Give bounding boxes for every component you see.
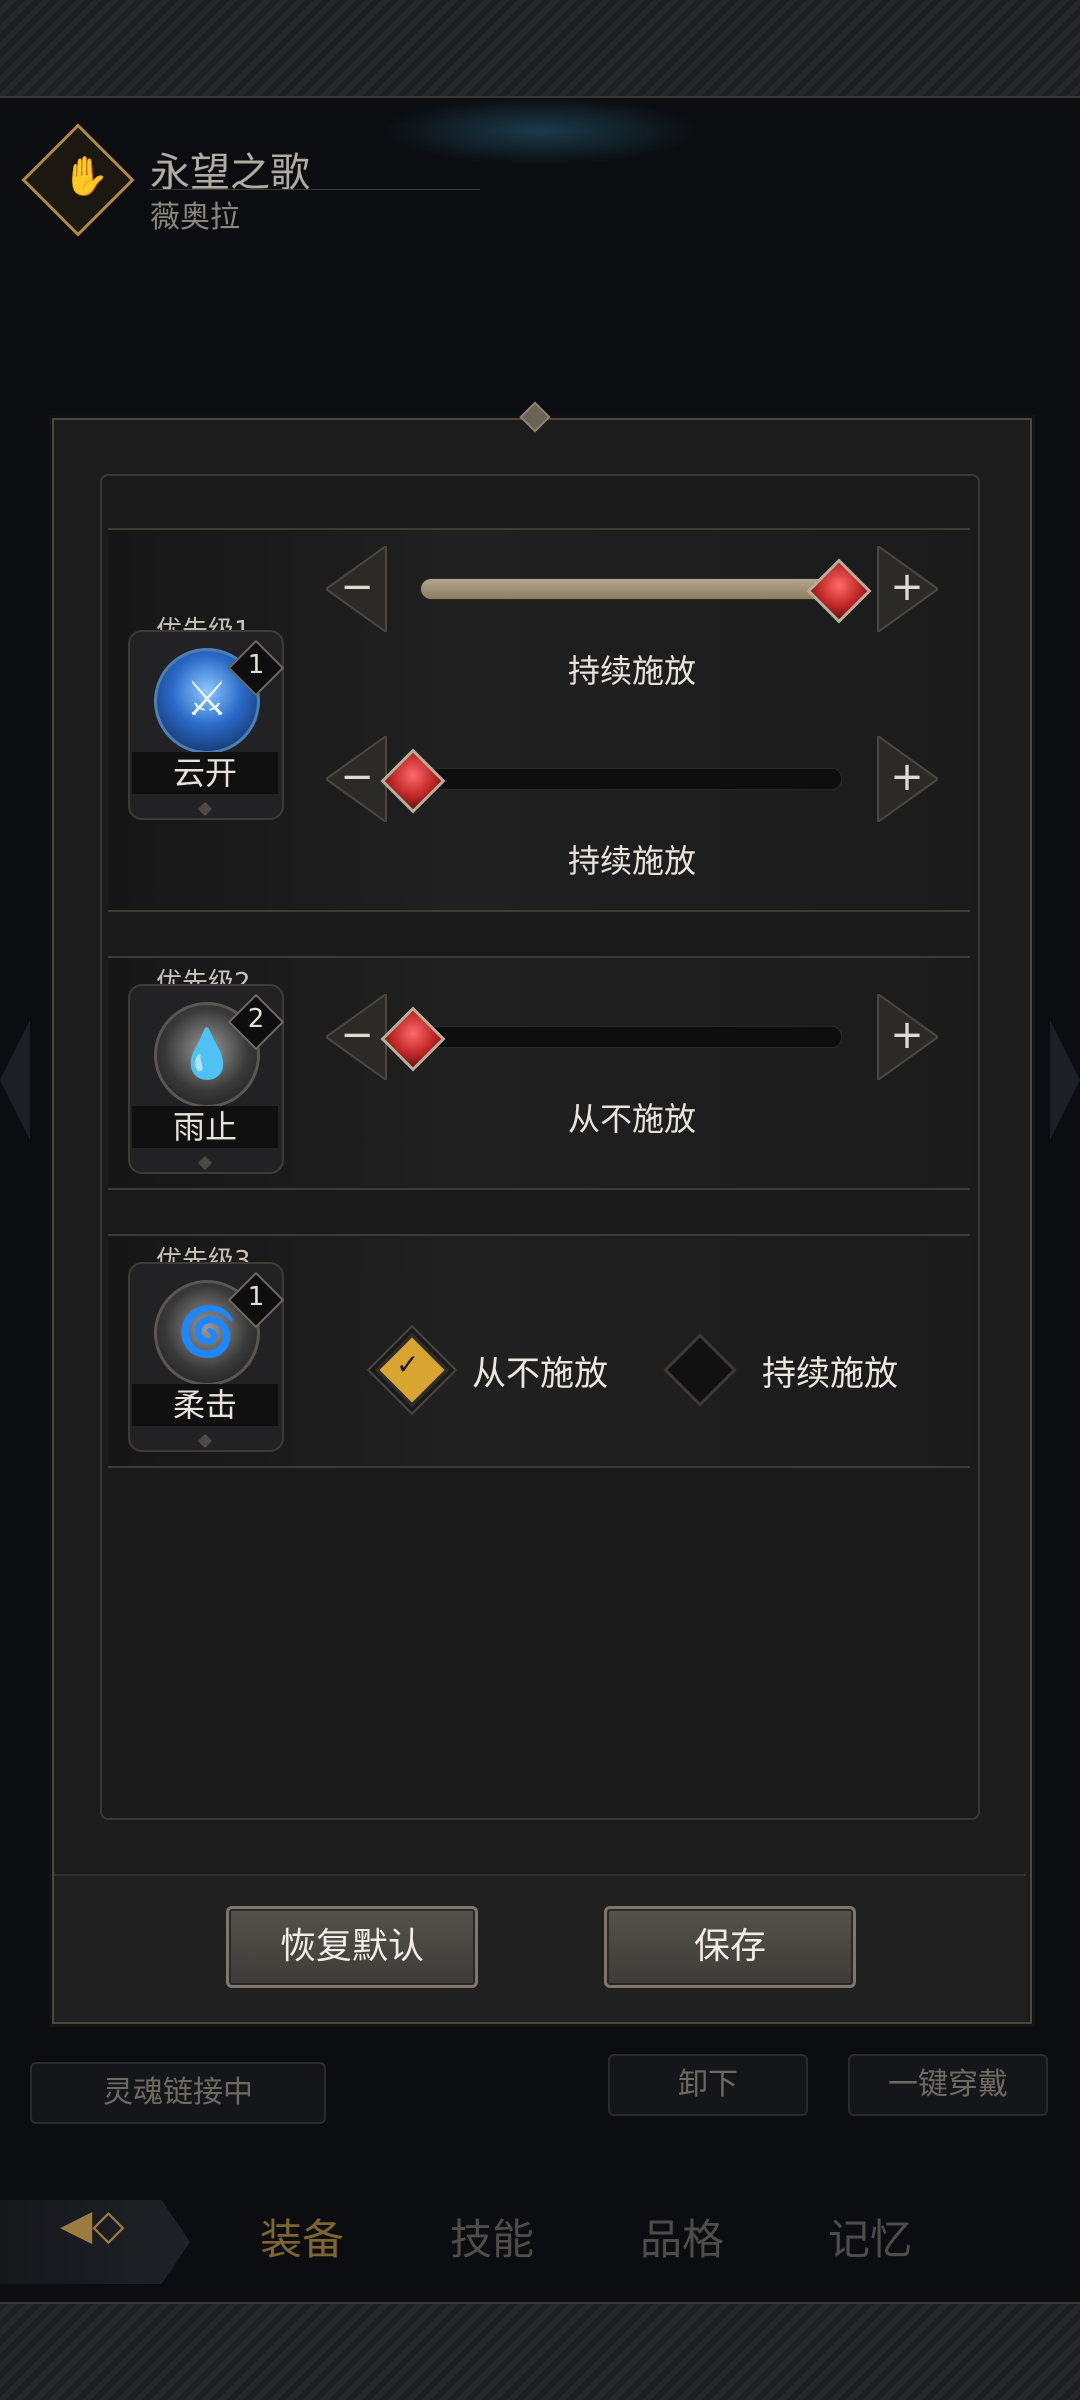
back-arrow-icon: ◀◇ xyxy=(60,2200,125,2249)
increase-button-1a[interactable]: + xyxy=(876,544,940,634)
skill-name-1: 云开 xyxy=(132,752,278,794)
increase-button-1b[interactable]: + xyxy=(876,734,940,824)
equip-all-button[interactable]: 一键穿戴 xyxy=(848,2054,1048,2116)
next-character-arrow[interactable] xyxy=(1050,1020,1080,1140)
tab-memory[interactable]: 记忆 xyxy=(828,2206,912,2267)
minus-icon: − xyxy=(340,1012,374,1058)
tab-equipment[interactable]: 装备 xyxy=(260,2206,344,2267)
option-always-cast-label[interactable]: 持续施放 xyxy=(762,1346,898,1395)
header-divider xyxy=(150,189,480,190)
skill-level-1: 1 xyxy=(247,650,265,680)
bottom-tab-bar: ◀◇ 装备 技能 品格 记忆 xyxy=(0,2180,1080,2290)
plus-icon: + xyxy=(890,564,924,610)
top-ornament-bar xyxy=(0,0,1080,98)
skill-card-2[interactable]: 💧 2 雨止 xyxy=(128,984,285,1174)
option-never-cast-label[interactable]: 从不施放 xyxy=(472,1346,608,1395)
slider-value-label-1a: 持续施放 xyxy=(567,652,696,690)
slider-fill xyxy=(421,579,851,599)
decrease-button-1a[interactable]: − xyxy=(324,544,388,634)
checkmark-icon: ✓ xyxy=(396,1348,420,1381)
minus-icon: − xyxy=(340,564,374,610)
top-glow-ornament xyxy=(380,96,700,166)
save-button[interactable]: 保存 xyxy=(604,1906,856,1988)
slider-value-label-2: 从不施放 xyxy=(567,1100,696,1138)
plus-icon: + xyxy=(890,754,924,800)
skill-name-3: 柔击 xyxy=(132,1384,278,1426)
slider-value-label-1b: 持续施放 xyxy=(567,842,696,880)
prev-character-arrow[interactable] xyxy=(0,1020,30,1140)
increase-button-2[interactable]: + xyxy=(876,992,940,1082)
decrease-button-1b[interactable]: − xyxy=(324,734,388,824)
reset-default-button[interactable]: 恢复默认 xyxy=(226,1906,478,1988)
soul-link-button[interactable]: 灵魂链接中 xyxy=(30,2062,326,2124)
bottom-ornament-bar xyxy=(0,2302,1080,2400)
card-ornament xyxy=(197,1155,213,1171)
cast-slider-1a[interactable] xyxy=(420,578,852,600)
cast-slider-2[interactable] xyxy=(400,1026,842,1048)
hand-sigil-icon: ✋ xyxy=(62,154,110,198)
skill-level-2: 2 xyxy=(247,1004,265,1034)
minus-icon: − xyxy=(340,754,374,800)
skill-card-3[interactable]: 🌀 1 柔击 xyxy=(128,1262,285,1452)
decrease-button-2[interactable]: − xyxy=(324,992,388,1082)
skill-level-3: 1 xyxy=(247,1282,265,1312)
cast-slider-1b[interactable] xyxy=(400,768,842,790)
plus-icon: + xyxy=(890,1012,924,1058)
skill-name-2: 雨止 xyxy=(132,1106,278,1148)
tab-character[interactable]: 品格 xyxy=(640,2206,724,2267)
card-ornament xyxy=(197,801,213,817)
card-ornament xyxy=(197,1433,213,1449)
character-name: 薇奥拉 xyxy=(150,200,240,235)
dialog-action-bar xyxy=(54,1874,1026,2022)
tab-skills[interactable]: 技能 xyxy=(450,2206,534,2267)
skill-card-1[interactable]: ⚔ 1 云开 xyxy=(128,630,285,820)
unequip-button[interactable]: 卸下 xyxy=(608,2054,808,2116)
